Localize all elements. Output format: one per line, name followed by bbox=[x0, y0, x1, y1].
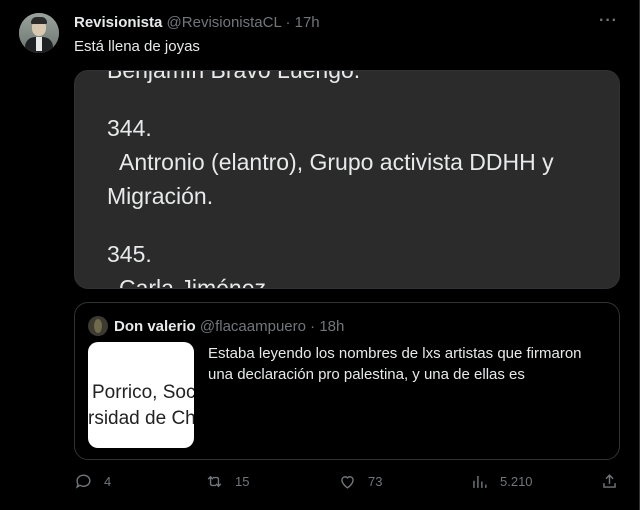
share-icon bbox=[603, 474, 616, 488]
repost-icon bbox=[207, 475, 222, 488]
quoted-author-name[interactable]: Don valerio bbox=[114, 318, 196, 335]
image-text-line: 344. bbox=[107, 115, 152, 141]
quoted-tweet[interactable]: Don valerio @flacaampuero · 18h Porrico,… bbox=[74, 302, 620, 460]
heart-icon bbox=[341, 476, 354, 489]
image-text-line: Migración. bbox=[107, 183, 214, 209]
image-text-line: 345. bbox=[107, 241, 152, 267]
thumb-text-line: rsidad de Ch bbox=[88, 408, 194, 429]
tweet[interactable]: Revisionista @RevisionistaCL · 17h ··· E… bbox=[0, 0, 640, 510]
quoted-author-handle[interactable]: @flacaampuero bbox=[200, 318, 306, 335]
image-text-line: Benjamín Bravo Luengo. bbox=[107, 70, 361, 83]
quoted-image-thumbnail[interactable]: Porrico, Soc rsidad de Ch bbox=[88, 342, 194, 448]
separator-dot: · bbox=[285, 14, 291, 31]
tweet-image[interactable]: Benjamín Bravo Luengo. 344. Antronio (el… bbox=[74, 70, 620, 289]
repost-count: 15 bbox=[235, 474, 250, 489]
like-button[interactable]: 73 bbox=[338, 472, 382, 491]
timestamp[interactable]: 17h bbox=[295, 14, 320, 31]
tweet-header: Revisionista @RevisionistaCL · 17h bbox=[74, 14, 320, 31]
quoted-timestamp[interactable]: 18h bbox=[319, 318, 344, 335]
reply-button[interactable]: 4 bbox=[74, 472, 111, 491]
share-button[interactable] bbox=[600, 472, 630, 491]
reply-count: 4 bbox=[104, 474, 112, 489]
like-count: 73 bbox=[368, 474, 383, 489]
view-count: 5.210 bbox=[500, 474, 533, 489]
repost-button[interactable]: 15 bbox=[205, 472, 249, 491]
author-name[interactable]: Revisionista bbox=[74, 14, 162, 31]
author-handle[interactable]: @RevisionistaCL bbox=[167, 14, 282, 31]
image-text-line: Antronio (elantro), Grupo activista DDHH… bbox=[119, 149, 554, 175]
more-options-icon[interactable]: ··· bbox=[599, 12, 618, 30]
views-icon bbox=[473, 475, 487, 488]
quoted-avatar[interactable] bbox=[88, 316, 108, 336]
action-bar: 4 15 73 5.210 bbox=[74, 472, 620, 500]
quoted-text: Estaba leyendo los nombres de lxs artist… bbox=[208, 345, 582, 383]
reply-icon bbox=[75, 474, 91, 489]
quoted-header: Don valerio @flacaampuero · 18h bbox=[114, 318, 344, 335]
avatar[interactable] bbox=[19, 13, 59, 53]
views-button[interactable]: 5.210 bbox=[470, 472, 533, 491]
thumb-text-line: Porrico, Soc bbox=[92, 382, 194, 403]
image-text-line: Carla Jiménez bbox=[119, 275, 266, 289]
tweet-text: Está llena de joyas bbox=[74, 38, 200, 55]
separator-dot: · bbox=[310, 318, 316, 335]
